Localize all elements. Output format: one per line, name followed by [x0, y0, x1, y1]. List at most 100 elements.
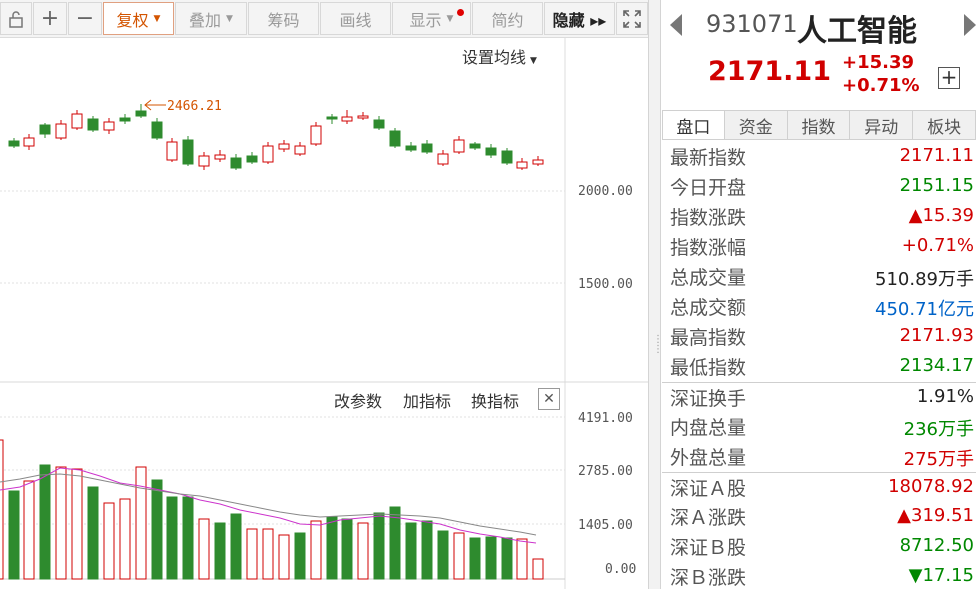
- stats-row: 最新指数 2171.11: [662, 142, 976, 172]
- candle: [39, 123, 51, 138]
- chips-button[interactable]: 筹码: [248, 2, 319, 35]
- tab-index[interactable]: 指数: [787, 110, 851, 140]
- volume-bar: [532, 558, 544, 580]
- volume-bar: [421, 520, 433, 580]
- hide-label: 隐藏 ▸▸: [552, 10, 607, 30]
- candle: [166, 138, 178, 162]
- lock-icon[interactable]: [0, 2, 32, 35]
- zoom-out-icon[interactable]: −: [68, 2, 102, 35]
- fullscreen-icon[interactable]: [616, 2, 648, 35]
- candle: [294, 142, 306, 156]
- volume-bar: [278, 534, 290, 580]
- next-arrow-icon[interactable]: [964, 14, 976, 36]
- stats-label: 内盘总量: [670, 417, 747, 439]
- stats-value: 18078.92: [888, 476, 974, 497]
- stats-label: 最新指数: [670, 147, 747, 169]
- volume-bar: [151, 479, 163, 580]
- display-button[interactable]: 显示 ▼: [392, 2, 471, 35]
- tab-orderbook[interactable]: 盘口: [662, 110, 725, 140]
- close-icon[interactable]: ✕: [538, 388, 560, 410]
- candle: [119, 114, 131, 124]
- volume-bar: [8, 490, 20, 580]
- stats-label: 总成交额: [670, 297, 747, 319]
- volume-tick-label: 1405.00: [578, 518, 633, 533]
- candle: [453, 136, 465, 154]
- candle: [262, 142, 274, 164]
- volume-bar: [214, 522, 226, 580]
- overlay-button[interactable]: 叠加 ▼: [175, 2, 247, 35]
- volume-bar: [326, 516, 338, 580]
- add-indicator-link[interactable]: 加指标: [403, 388, 451, 412]
- candle: [341, 110, 353, 124]
- modify-params-link[interactable]: 改参数: [334, 388, 382, 412]
- volume-bar: [405, 522, 417, 580]
- volume-bar: [198, 518, 210, 580]
- candle: [389, 128, 401, 148]
- chevron-down-icon: ▼: [446, 13, 454, 24]
- switch-indicator-link[interactable]: 换指标: [471, 388, 519, 412]
- stats-row: 总成交量 510.89万手: [662, 262, 976, 292]
- grip-icon: ⋮ ⋮: [653, 334, 663, 355]
- simple-label: 简约: [491, 10, 524, 30]
- price-tick-label: 2000.00: [578, 184, 633, 199]
- volume-bar: [357, 522, 369, 580]
- volume-bar: [262, 528, 274, 580]
- volume-bar: [341, 518, 353, 580]
- volume-bar: [39, 464, 51, 580]
- tab-movement[interactable]: 异动: [850, 110, 914, 140]
- candle: [501, 148, 513, 165]
- stats-label: 深Ｂ涨跌: [670, 567, 747, 589]
- candle: [151, 118, 163, 140]
- stats-row: 总成交额 450.71亿元: [662, 292, 976, 322]
- volume-bar: [71, 468, 83, 580]
- restore-rights-button[interactable]: 复权 ▼: [103, 2, 174, 35]
- stats-label: 深证换手: [670, 388, 747, 410]
- simple-button[interactable]: 简约: [472, 2, 543, 35]
- ma-setting-dropdown[interactable]: 设置均线 ▼: [462, 44, 537, 68]
- stats-row: 指数涨幅 +0.71%: [662, 232, 976, 262]
- volume-bar: [453, 532, 465, 580]
- candle: [103, 118, 115, 134]
- kline-chart[interactable]: 2000.00 1500.00 4191.00 2785.00 1405.00 …: [0, 38, 648, 589]
- volume-bar: [23, 480, 35, 580]
- candlestick-series: [8, 104, 544, 170]
- zoom-in-icon[interactable]: +: [33, 2, 67, 35]
- stats-label: 总成交量: [670, 267, 747, 289]
- stats-value: 2151.15: [899, 175, 974, 196]
- stats-row: 深证换手 1.91%: [662, 382, 976, 412]
- stats-row: 深Ａ涨跌 ▲319.51: [662, 502, 976, 532]
- chevron-down-icon: ▼: [226, 13, 233, 24]
- stats-label: 深Ａ涨跌: [670, 507, 747, 529]
- stats-value: ▲319.51: [897, 505, 974, 526]
- high-price-marker: 2466.21: [144, 99, 222, 114]
- hide-button[interactable]: 隐藏 ▸▸: [544, 2, 615, 35]
- candle: [405, 142, 417, 152]
- volume-bar: [516, 538, 528, 580]
- volume-bar: [166, 496, 178, 580]
- restore-rights-label: 复权: [116, 10, 149, 30]
- candle: [230, 154, 242, 170]
- draw-line-button[interactable]: 画线: [320, 2, 391, 35]
- stats-row: 外盘总量 275万手: [662, 442, 976, 472]
- volume-bar: [310, 520, 322, 580]
- chevron-down-icon: ▼: [153, 13, 161, 24]
- candle: [198, 152, 210, 170]
- stats-value: 8712.50: [899, 535, 974, 556]
- volume-bar: [55, 466, 67, 580]
- stats-row: 内盘总量 236万手: [662, 412, 976, 442]
- add-watchlist-button[interactable]: +: [938, 67, 960, 89]
- volume-bar: [135, 466, 147, 580]
- price-tick-label: 1500.00: [578, 277, 633, 292]
- stats-value: 2171.11: [899, 145, 974, 166]
- volume-bar: [373, 512, 385, 580]
- tab-sector[interactable]: 板块: [913, 110, 976, 140]
- previous-arrow-icon[interactable]: [670, 14, 682, 36]
- stats-label: 今日开盘: [670, 177, 747, 199]
- candle: [87, 116, 99, 132]
- candle: [214, 150, 226, 162]
- volume-bar: [294, 532, 306, 580]
- volume-tick-label: 2785.00: [578, 464, 633, 479]
- panel-splitter[interactable]: ⋮ ⋮: [648, 0, 663, 589]
- tab-funds[interactable]: 资金: [724, 110, 788, 140]
- stats-value: 2134.17: [899, 355, 974, 376]
